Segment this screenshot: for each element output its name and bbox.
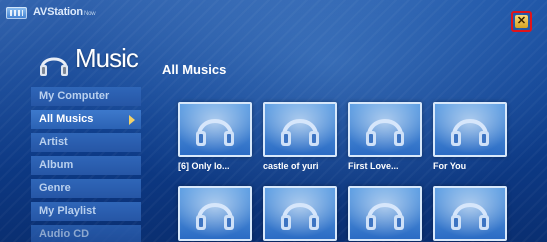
track-title: castle of yuri xyxy=(263,161,319,171)
selected-arrow-icon xyxy=(129,115,135,125)
close-button[interactable]: ✕ xyxy=(511,11,532,32)
headphones-icon xyxy=(196,119,234,146)
headphones-icon xyxy=(281,119,319,146)
music-grid: [6] Only lo... castle of yuri First Love… xyxy=(174,102,524,242)
sidebar-item-label: My Computer xyxy=(39,90,110,102)
close-icon: ✕ xyxy=(515,15,528,28)
music-tile[interactable]: castle of yuri xyxy=(263,102,341,171)
sidebar-item-my-computer[interactable]: My Computer xyxy=(31,87,141,106)
album-art xyxy=(178,186,252,241)
headphones-icon xyxy=(366,203,404,230)
music-tile[interactable] xyxy=(263,186,341,242)
sidebar-item-artist[interactable]: Artist xyxy=(31,133,141,152)
track-title: First Love... xyxy=(348,161,399,171)
sidebar-item-audio-cd[interactable]: Audio CD xyxy=(31,225,141,242)
album-art xyxy=(263,186,337,241)
title-bar: AVStationNow xyxy=(0,0,547,26)
headphones-icon xyxy=(451,203,489,230)
headphones-icon xyxy=(40,57,68,76)
sidebar-item-label: All Musics xyxy=(39,113,94,125)
track-title: For You xyxy=(433,161,467,171)
music-tile[interactable]: First Love... xyxy=(348,102,426,171)
album-art xyxy=(178,102,252,157)
headphones-icon xyxy=(451,119,489,146)
app-title-suffix: Now xyxy=(83,11,96,17)
sidebar: My Computer All Musics Artist Album Genr… xyxy=(31,87,141,242)
music-tile[interactable]: [6] Only lo... xyxy=(178,102,256,171)
sidebar-item-label: Artist xyxy=(39,136,68,148)
headphones-icon xyxy=(281,203,319,230)
app-title-text: AVStation xyxy=(33,6,83,18)
sidebar-item-album[interactable]: Album xyxy=(31,156,141,175)
sidebar-item-label: Album xyxy=(39,159,74,171)
sidebar-item-label: Genre xyxy=(39,182,71,194)
album-art xyxy=(348,102,422,157)
avstation-logo-icon xyxy=(6,7,27,19)
sidebar-item-genre[interactable]: Genre xyxy=(31,179,141,198)
avstation-window: AVStationNow ✕ Music All Musics My Compu… xyxy=(0,0,547,242)
sidebar-item-label: Audio CD xyxy=(39,228,90,240)
album-art xyxy=(348,186,422,241)
album-art xyxy=(433,186,507,241)
sidebar-item-my-playlist[interactable]: My Playlist xyxy=(31,202,141,221)
album-art xyxy=(433,102,507,157)
sidebar-item-label: My Playlist xyxy=(39,205,96,217)
music-tile[interactable] xyxy=(433,186,511,242)
headphones-icon xyxy=(366,119,404,146)
album-art xyxy=(263,102,337,157)
track-title: [6] Only lo... xyxy=(178,161,230,171)
app-title: AVStationNow xyxy=(33,6,96,18)
music-tile[interactable] xyxy=(348,186,426,242)
music-tile[interactable]: For You xyxy=(433,102,511,171)
headphones-icon xyxy=(196,203,234,230)
sidebar-item-all-musics[interactable]: All Musics xyxy=(31,110,141,129)
section-title: Music xyxy=(75,43,139,73)
music-tile[interactable] xyxy=(178,186,256,242)
page-title: All Musics xyxy=(162,62,227,77)
